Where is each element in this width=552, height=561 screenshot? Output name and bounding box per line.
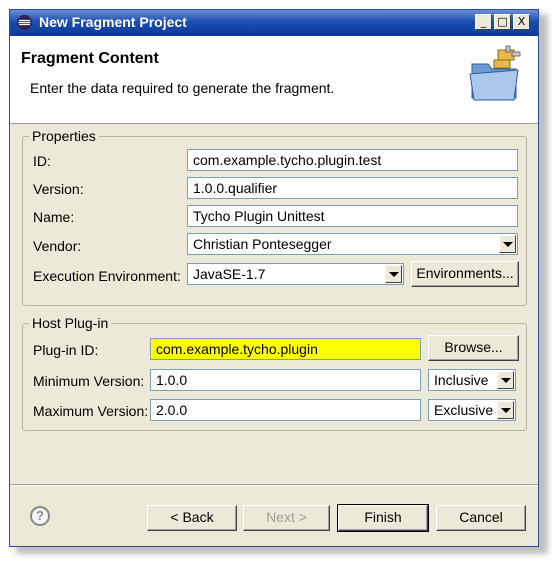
maximum-version-mode-combo[interactable]: Exclusive: [428, 399, 516, 421]
maximum-version-mode: Exclusive: [434, 402, 494, 418]
minimum-version-mode-combo[interactable]: Inclusive: [428, 369, 516, 391]
maximum-version-field[interactable]: 2.0.0: [150, 399, 421, 421]
chevron-down-icon[interactable]: [499, 235, 516, 253]
title-bar[interactable]: New Fragment Project _ □ X: [10, 10, 538, 36]
version-field[interactable]: 1.0.0.qualifier: [187, 177, 518, 199]
dialog-window: New Fragment Project _ □ X Fragment Cont…: [9, 9, 539, 547]
chevron-down-icon[interactable]: [497, 371, 514, 389]
name-label: Name:: [33, 209, 75, 225]
minimum-version-mode: Inclusive: [434, 372, 489, 388]
maximize-button[interactable]: □: [494, 14, 511, 30]
id-label: ID:: [33, 153, 51, 169]
next-button[interactable]: Next >: [243, 505, 330, 531]
vendor-value: Christian Pontesegger: [193, 236, 332, 252]
cancel-button[interactable]: Cancel: [436, 505, 526, 531]
chevron-down-icon[interactable]: [497, 401, 514, 419]
execution-environment-value: JavaSE-1.7: [193, 266, 266, 282]
execution-environment-label: Execution Environment:: [33, 268, 181, 284]
environments-button[interactable]: Environments...: [411, 261, 519, 287]
footer-separator: [10, 484, 538, 486]
plugin-id-label: Plug-in ID:: [33, 342, 99, 358]
plugin-id-field[interactable]: com.example.tycho.plugin: [150, 338, 421, 360]
close-button[interactable]: X: [513, 14, 530, 30]
window-title: New Fragment Project: [39, 14, 187, 30]
minimize-button[interactable]: _: [475, 14, 492, 30]
vendor-combo[interactable]: Christian Pontesegger: [187, 233, 518, 255]
page-description: Enter the data required to generate the …: [30, 80, 335, 96]
browse-button[interactable]: Browse...: [428, 335, 519, 361]
minimum-version-field[interactable]: 1.0.0: [150, 369, 421, 391]
wizard-header: Fragment Content Enter the data required…: [10, 36, 538, 124]
minimum-version-label: Minimum Version:: [33, 373, 145, 389]
help-icon[interactable]: ?: [30, 506, 50, 526]
folder-wizard-icon: [469, 45, 521, 101]
maximum-version-label: Maximum Version:: [33, 403, 149, 419]
finish-button[interactable]: Finish: [337, 504, 429, 532]
host-plugin-legend: Host Plug-in: [29, 315, 112, 331]
id-field[interactable]: com.example.tycho.plugin.test: [187, 149, 518, 171]
name-field[interactable]: Tycho Plugin Unittest: [187, 205, 518, 227]
version-label: Version:: [33, 181, 84, 197]
page-title: Fragment Content: [21, 50, 159, 67]
eclipse-icon: [17, 15, 32, 30]
execution-environment-combo[interactable]: JavaSE-1.7: [187, 263, 404, 285]
back-button[interactable]: < Back: [147, 505, 237, 531]
vendor-label: Vendor:: [33, 238, 82, 254]
chevron-down-icon[interactable]: [385, 265, 402, 283]
properties-legend: Properties: [29, 128, 99, 144]
